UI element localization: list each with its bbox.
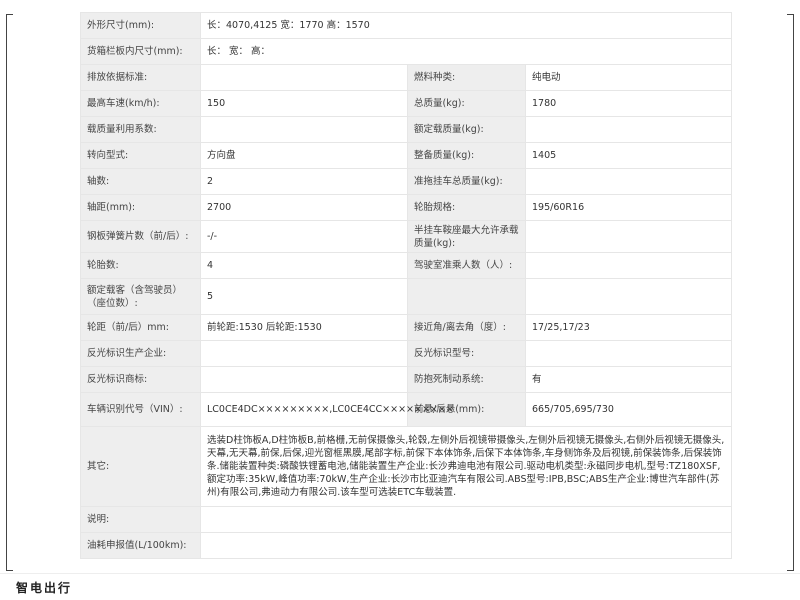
spec-label: 前悬/后悬(mm):	[407, 392, 526, 427]
spec-value: 选装D柱饰板A,D柱饰板B,前格栅,无前保摄像头,轮毂,左侧外后视镜带摄像头,左…	[200, 426, 732, 507]
spec-label: 反光标识型号:	[407, 340, 526, 367]
spec-label	[407, 278, 526, 315]
spec-label: 驾驶室准乘人数（人）:	[407, 252, 526, 279]
spec-label: 钢板弹簧片数（前/后）:	[80, 220, 201, 253]
spec-label: 半挂车鞍座最大允许承载质量(kg):	[407, 220, 526, 253]
spec-label: 额定载质量(kg):	[407, 116, 526, 143]
spec-row: 钢板弹簧片数（前/后）: -/- 半挂车鞍座最大允许承载质量(kg):	[80, 220, 732, 253]
spec-label: 转向型式:	[80, 142, 201, 169]
spec-value: 有	[525, 366, 732, 393]
spec-label: 载质量利用系数:	[80, 116, 201, 143]
spec-value: 4	[200, 252, 408, 279]
spec-label: 反光标识商标:	[80, 366, 201, 393]
spec-row: 车辆识别代号（VIN）: LC0CE4DC×××××××××,LC0CE4CC××…	[80, 392, 732, 427]
spec-label: 轮距（前/后）mm:	[80, 314, 201, 341]
spec-value: -/-	[200, 220, 408, 253]
spec-row: 反光标识生产企业: 反光标识型号:	[80, 340, 732, 367]
footer-divider	[0, 573, 800, 574]
spec-value	[525, 340, 732, 367]
spec-value: 1405	[525, 142, 732, 169]
spec-row: 轴数: 2 准拖挂车总质量(kg):	[80, 168, 732, 195]
spec-table: 外形尺寸(mm): 长：4070,4125 宽：1770 高：1570 货箱栏板内尺…	[80, 12, 732, 559]
spec-row: 轴距(mm): 2700 轮胎规格: 195/60R16	[80, 194, 732, 221]
spec-value: 长：4070,4125 宽：1770 高：1570	[200, 12, 732, 39]
spec-label: 轮胎规格:	[407, 194, 526, 221]
spec-row: 轮距（前/后）mm: 前轮距:1530 后轮距:1530 接近角/离去角（度）: 17…	[80, 314, 732, 341]
spec-label: 额定载客（含驾驶员）（座位数）:	[80, 278, 201, 315]
spec-label: 准拖挂车总质量(kg):	[407, 168, 526, 195]
spec-value	[525, 168, 732, 195]
spec-sheet: 外形尺寸(mm): 长：4070,4125 宽：1770 高：1570 货箱栏板内尺…	[80, 12, 732, 559]
spec-value: 长： 宽： 高：	[200, 38, 732, 65]
spec-value	[525, 116, 732, 143]
spec-value: 665/705,695/730	[525, 392, 732, 427]
spec-row: 货箱栏板内尺寸(mm): 长： 宽： 高：	[80, 38, 732, 65]
spec-value	[200, 64, 408, 91]
right-bracket	[787, 14, 794, 571]
spec-value	[525, 220, 732, 253]
spec-value: 2700	[200, 194, 408, 221]
spec-row: 其它: 选装D柱饰板A,D柱饰板B,前格栅,无前保摄像头,轮毂,左侧外后视镜带摄像…	[80, 426, 732, 507]
spec-value	[200, 116, 408, 143]
spec-row: 额定载客（含驾驶员）（座位数）: 5	[80, 278, 732, 315]
footer-brand: 智电出行	[16, 581, 73, 595]
spec-value: 纯电动	[525, 64, 732, 91]
spec-label: 轴距(mm):	[80, 194, 201, 221]
spec-value: 17/25,17/23	[525, 314, 732, 341]
spec-row: 转向型式: 方向盘 整备质量(kg): 1405	[80, 142, 732, 169]
spec-label: 轴数:	[80, 168, 201, 195]
spec-label: 接近角/离去角（度）:	[407, 314, 526, 341]
spec-label: 防抱死制动系统:	[407, 366, 526, 393]
spec-row: 最高车速(km/h): 150 总质量(kg): 1780	[80, 90, 732, 117]
spec-label: 整备质量(kg):	[407, 142, 526, 169]
left-bracket	[6, 14, 13, 571]
spec-label: 油耗申报值(L/100km):	[80, 532, 201, 559]
spec-value: 1780	[525, 90, 732, 117]
spec-label: 排放依据标准:	[80, 64, 201, 91]
spec-value: 前轮距:1530 后轮距:1530	[200, 314, 408, 341]
spec-value	[200, 506, 732, 533]
spec-value	[200, 366, 408, 393]
spec-value: 方向盘	[200, 142, 408, 169]
spec-label: 货箱栏板内尺寸(mm):	[80, 38, 201, 65]
spec-label: 外形尺寸(mm):	[80, 12, 201, 39]
spec-value: LC0CE4DC×××××××××,LC0CE4CC×××××××××	[200, 392, 454, 427]
spec-value	[200, 532, 732, 559]
spec-label: 燃料种类:	[407, 64, 526, 91]
spec-row: 外形尺寸(mm): 长：4070,4125 宽：1770 高：1570	[80, 12, 732, 39]
spec-row: 反光标识商标: 防抱死制动系统: 有	[80, 366, 732, 393]
spec-row: 说明:	[80, 506, 732, 533]
spec-value	[200, 340, 408, 367]
spec-value: 150	[200, 90, 408, 117]
spec-value: 5	[200, 278, 408, 315]
spec-value	[525, 278, 732, 315]
spec-label: 反光标识生产企业:	[80, 340, 201, 367]
spec-value: 2	[200, 168, 408, 195]
spec-value	[525, 252, 732, 279]
spec-row: 载质量利用系数: 额定载质量(kg):	[80, 116, 732, 143]
spec-label: 总质量(kg):	[407, 90, 526, 117]
spec-label: 车辆识别代号（VIN）:	[80, 392, 201, 427]
spec-label: 轮胎数:	[80, 252, 201, 279]
spec-label: 最高车速(km/h):	[80, 90, 201, 117]
spec-label: 说明:	[80, 506, 201, 533]
spec-value: 195/60R16	[525, 194, 732, 221]
spec-row: 排放依据标准: 燃料种类: 纯电动	[80, 64, 732, 91]
spec-label: 其它:	[80, 426, 201, 507]
spec-row: 轮胎数: 4 驾驶室准乘人数（人）:	[80, 252, 732, 279]
spec-row: 油耗申报值(L/100km):	[80, 532, 732, 559]
